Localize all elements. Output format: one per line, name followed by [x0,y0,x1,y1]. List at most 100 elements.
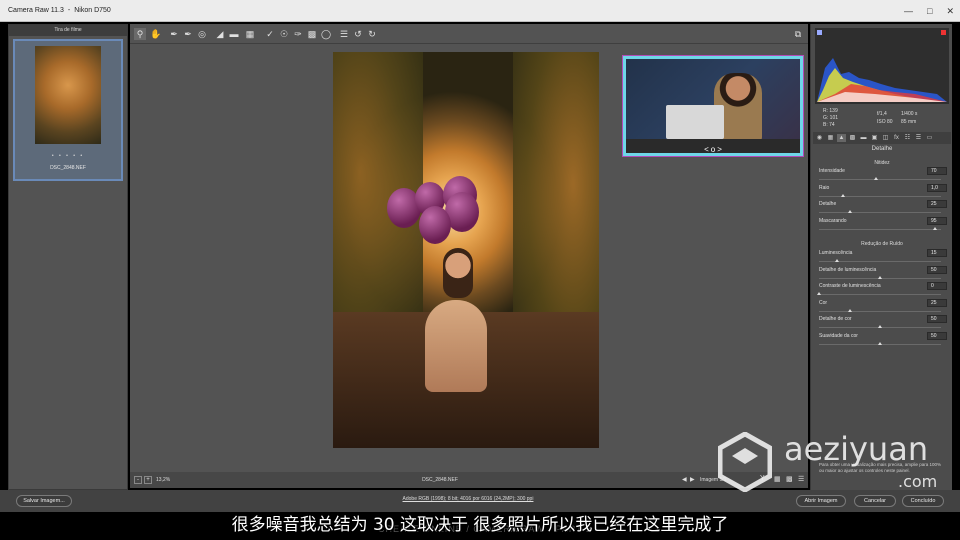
slider-value-field[interactable]: 95 [927,216,947,225]
preview-canvas[interactable]: <o> [130,44,808,472]
slider-label: Contraste de luminescência [819,283,881,289]
slider-sharpening-0[interactable]: Intensidade 70 [819,167,947,184]
preferences-icon[interactable]: ☰ [338,28,350,40]
tab-hsl-icon[interactable]: ▩ [848,134,857,142]
slider-noise-1[interactable]: Detalhe de luminescência 50 [819,265,947,283]
slider-label: Cor [819,299,828,306]
slider-value-field[interactable]: 25 [927,200,947,208]
rgb-blue: B: 74 [823,122,835,128]
slider-value-field[interactable]: 15 [927,249,947,257]
filmstrip-thumbnail[interactable]: • • • • • DSC_2848.NEF [13,39,123,181]
slider-track[interactable] [819,179,941,180]
photo-subject-dress [425,300,487,392]
targeted-adjustment-icon[interactable]: ◎ [196,28,208,40]
rotate-left-icon[interactable]: ↺ [352,28,364,40]
aperture: f/1,4 [877,111,887,117]
slider-value-field[interactable]: 1,0 [927,183,947,192]
slider-track[interactable] [819,228,941,230]
transform-tool-icon[interactable]: ▦ [244,28,256,40]
slider-track[interactable] [819,294,941,295]
workflow-options-link[interactable]: Adobe RGB (1998); 8 bit; 4016 por 6016 (… [388,496,548,502]
slider-value-field[interactable]: 50 [927,265,947,274]
watermark-text: aeziyuan [784,430,929,468]
iso: ISO 80 [877,119,893,125]
fullscreen-icon[interactable]: ⧉ [792,28,804,40]
adjustment-brush-icon[interactable]: ✑ [292,28,304,40]
color-sampler-tool-icon[interactable]: ✒ [182,28,194,40]
tab-split-toning-icon[interactable]: ▬ [859,134,868,142]
slider-value-field[interactable]: 50 [927,315,947,323]
slider-thumb[interactable] [932,226,937,230]
balloon [419,206,451,244]
zoom-out-button[interactable]: - [134,476,142,484]
slider-sharpening-2[interactable]: Detalhe 25 [819,200,947,217]
spot-removal-icon[interactable]: ✓ [264,28,276,40]
slider-noise-0[interactable]: Luminescência 15 [819,249,947,266]
slider-value-field[interactable]: 70 [927,167,947,175]
slider-thumb[interactable] [878,275,882,279]
shadow-clip-icon[interactable] [817,30,822,35]
slider-thumb[interactable] [841,193,846,197]
zoom-level[interactable]: 13,2% [156,477,184,483]
close-icon[interactable]: ✕ [946,6,954,17]
slider-track[interactable] [819,212,941,213]
slider-noise-3[interactable]: Cor 25 [819,298,947,316]
tab-basic-icon[interactable]: ◉ [815,134,824,142]
rotate-right-icon[interactable]: ↻ [366,28,378,40]
tab-effects-icon[interactable]: fx [892,134,901,142]
save-image-button[interactable]: Salvar Imagem... [16,495,72,507]
white-balance-tool-icon[interactable]: ✒ [168,28,180,40]
tab-transform-icon[interactable]: ◫ [881,134,890,142]
histogram [815,28,949,104]
minimize-icon[interactable]: — [904,6,913,16]
graduated-filter-icon[interactable]: ▩ [306,28,318,40]
slider-thumb[interactable] [847,210,852,213]
zoom-tool-icon[interactable]: ⚲ [134,28,146,40]
hand-tool-icon[interactable]: ✋ [150,28,162,40]
window-titlebar: Camera Raw 11.3- Nikon D750 [0,0,960,22]
slider-noise-5[interactable]: Suavidade da cor 50 [819,331,947,349]
maximize-icon[interactable]: □ [927,6,932,16]
slider-track[interactable] [819,310,941,312]
slider-track[interactable] [819,195,941,197]
tab-calibration-icon[interactable]: ☷ [903,134,912,142]
tab-detail-icon[interactable]: ▲ [837,134,846,142]
slider-value-field[interactable]: 25 [927,298,947,307]
slider-thumb[interactable] [817,292,821,295]
straighten-tool-icon[interactable]: ▬ [228,28,240,40]
adjustments-panel: R: 139 G: 101 B: 74 f/1,4 1/400 s ISO 80… [810,24,952,490]
video-subtitle: 很多噪音我总结为 30 这取决于 很多照片所以我已经在这里完成了 [231,515,729,535]
app-title: Camera Raw 11.3 [8,7,64,14]
slider-label: Detalhe de luminescência [819,266,877,273]
tab-lens-icon[interactable]: ▣ [870,134,879,142]
slider-value-field[interactable]: 0 [927,282,947,290]
thumbnail-image [35,46,101,144]
window-controls: — □ ✕ [904,0,954,22]
tab-snapshots-icon[interactable]: ▭ [925,134,934,142]
highlight-clip-icon[interactable] [941,30,946,35]
slider-thumb[interactable] [878,325,882,328]
slider-value-field[interactable]: 50 [927,331,947,340]
next-image-icon[interactable]: ▶ [690,476,695,483]
radial-filter-icon[interactable]: ◯ [320,28,332,40]
slider-thumb[interactable] [835,259,840,262]
slider-thumb[interactable] [874,177,879,180]
watermark-domain: .com [898,472,938,491]
slider-sharpening-3[interactable]: Mascarando 95 [819,216,947,234]
red-eye-icon[interactable]: ☉ [278,28,290,40]
slider-noise-4[interactable]: Detalhe de cor 50 [819,315,947,332]
slider-thumb[interactable] [847,308,852,312]
slider-label: Detalhe [819,201,837,207]
crop-tool-icon[interactable]: ◢ [214,28,226,40]
slider-sharpening-1[interactable]: Raio 1,0 [819,183,947,201]
tab-presets-icon[interactable]: ☰ [914,134,923,142]
preview-photo[interactable] [333,52,599,448]
slider-thumb[interactable] [878,341,882,345]
slider-noise-2[interactable]: Contraste de luminescência 0 [817,282,947,299]
tab-tone-curve-icon[interactable]: ▦ [826,134,835,142]
status-filename: DSC_2848.NEF [422,477,458,483]
thumbnail-rating[interactable]: • • • • • [15,153,121,159]
photo-subject-head [443,248,473,298]
prev-image-icon[interactable]: ◀ [682,476,687,483]
zoom-in-button[interactable]: + [144,476,152,484]
